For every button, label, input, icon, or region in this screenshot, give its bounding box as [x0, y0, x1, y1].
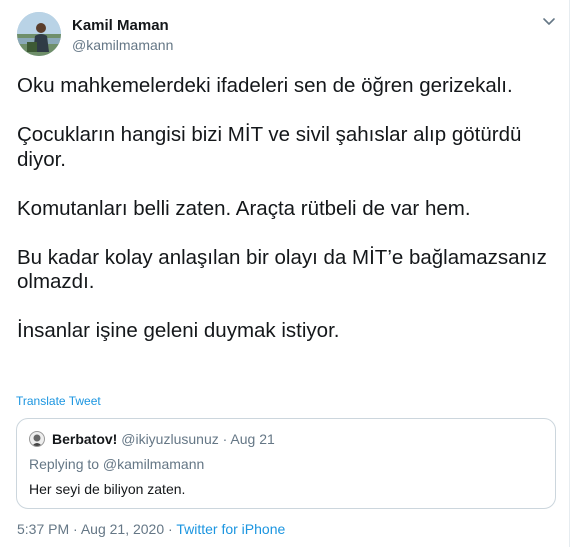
- tweet-paragraph: Komutanları belli zaten. Araçta rütbeli …: [17, 196, 471, 220]
- tweet-date[interactable]: Aug 21, 2020: [81, 521, 164, 537]
- tweet-text: Oku mahkemelerdeki ifadeleri sen de öğre…: [17, 74, 557, 344]
- tweet-source-link[interactable]: Twitter for iPhone: [176, 521, 285, 537]
- tweet-paragraph: Bu kadar kolay anlaşılan bir olayı da Mİ…: [17, 245, 547, 294]
- tweet-timestamp: 5:37 PM · Aug 21, 2020 · Twitter for iPh…: [17, 521, 285, 537]
- quoted-tweet-text: Her seyi de biliyon zaten.: [29, 481, 186, 497]
- quoted-author-handle: @ikiyuzlusunuz: [121, 431, 219, 447]
- replying-to: Replying to @kamilmamann: [29, 456, 205, 472]
- tweet-card: Kamil Maman @kamilmamann Oku mahkemelerd…: [0, 0, 570, 547]
- author-handle[interactable]: @kamilmamann: [72, 37, 173, 53]
- tweet-time[interactable]: 5:37 PM: [17, 521, 69, 537]
- chevron-down-icon[interactable]: [542, 14, 556, 28]
- quoted-tweet[interactable]: Berbatov! @ikiyuzlusunuz · Aug 21 Replyi…: [16, 418, 556, 509]
- quoted-author-name: Berbatov!: [52, 431, 118, 447]
- tweet-paragraph: İnsanlar işine geleni duymak istiyor.: [17, 319, 340, 342]
- separator-dot: ·: [73, 521, 78, 537]
- tweet-paragraph: Oku mahkemelerdeki ifadeleri sen de öğre…: [17, 74, 513, 97]
- quoted-author-avatar: [29, 431, 45, 447]
- profile-photo-icon: [17, 12, 61, 56]
- separator-dot: ·: [168, 521, 173, 537]
- translate-tweet-link[interactable]: Translate Tweet: [16, 394, 101, 408]
- quoted-tweet-date: Aug 21: [230, 431, 275, 447]
- author-avatar[interactable]: [17, 12, 61, 56]
- tweet-paragraph: Çocukların hangisi bizi MİT ve sivil şah…: [17, 123, 522, 171]
- quoted-tweet-header: Berbatov! @ikiyuzlusunuz · Aug 21: [52, 431, 275, 447]
- author-display-name[interactable]: Kamil Maman: [72, 17, 169, 34]
- separator-dot: ·: [222, 431, 228, 447]
